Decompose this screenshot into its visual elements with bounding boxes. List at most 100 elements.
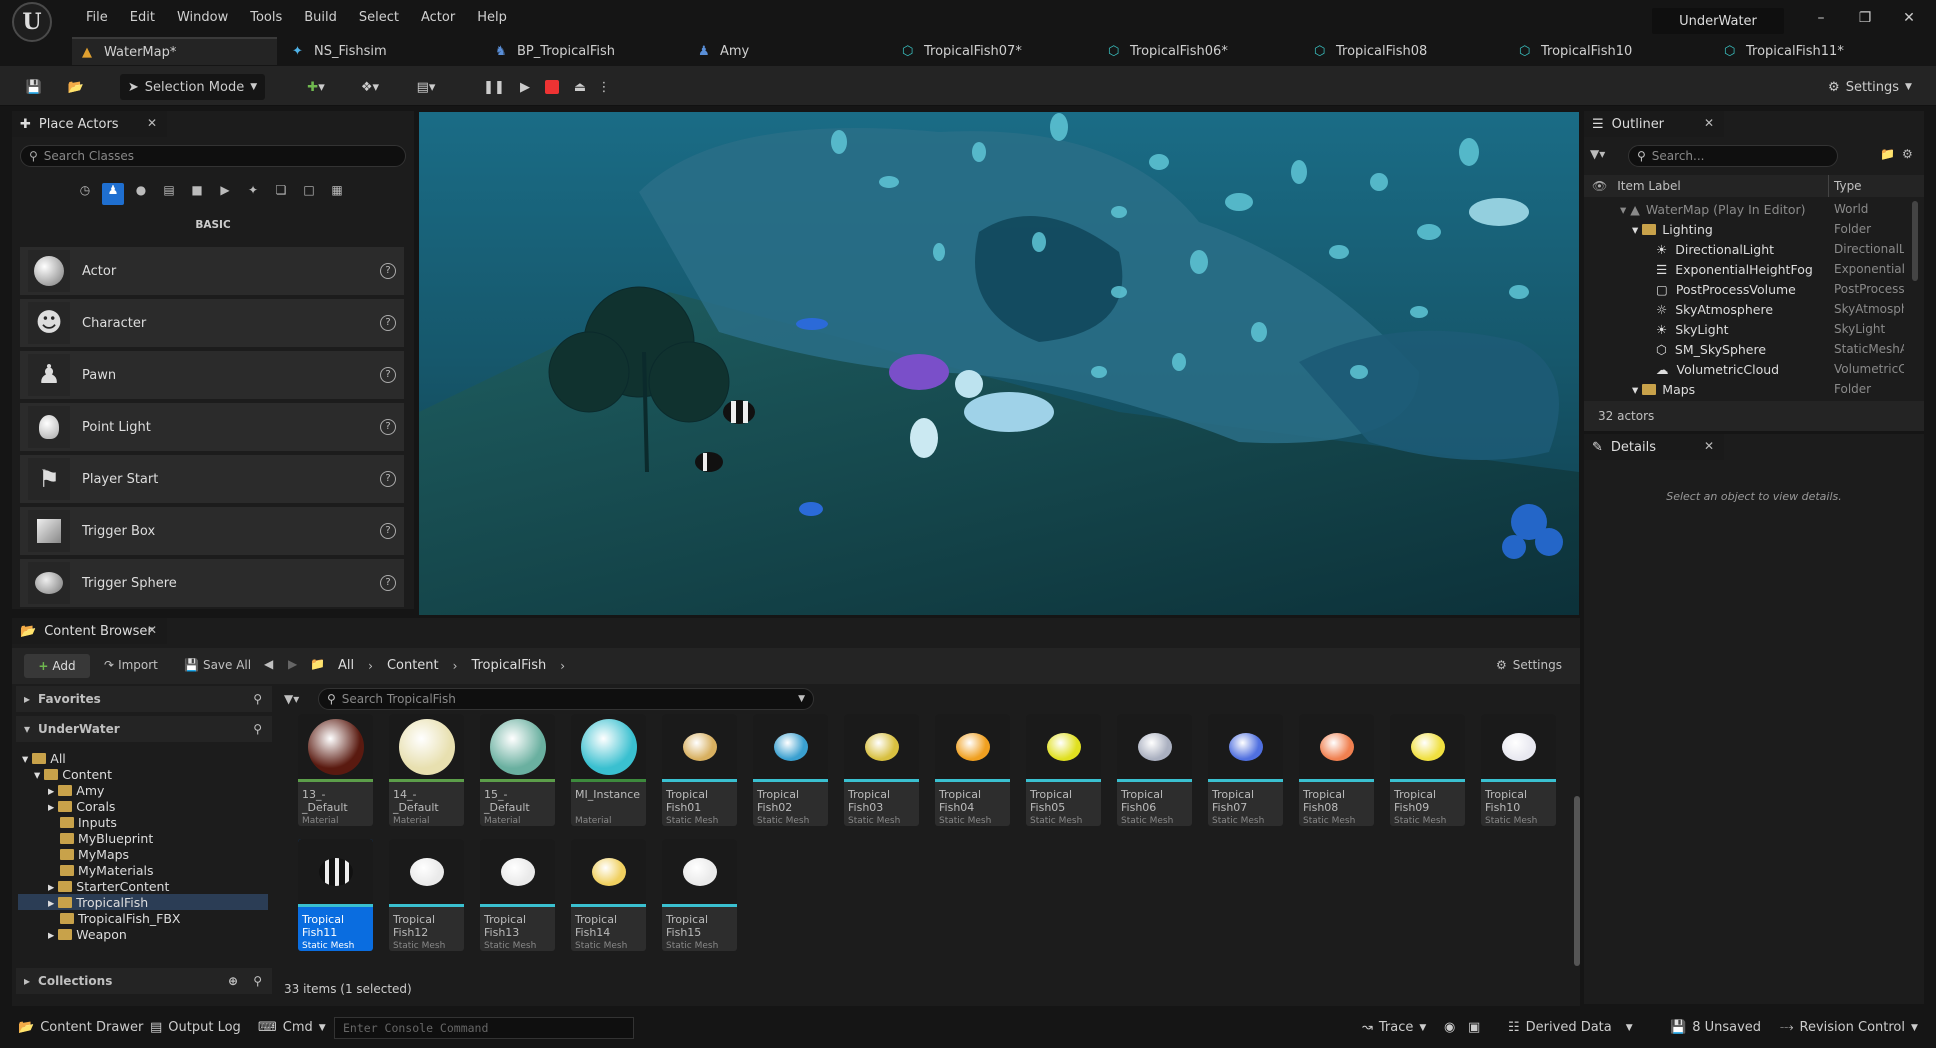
asset-tile[interactable]: 15_-_Default Material [480,714,555,826]
tab-ns-fishsim[interactable]: ✦ NS_Fishsim [282,37,442,65]
folder-icon[interactable]: 📁 [310,657,325,671]
tree-row-postprocess[interactable]: ▢ PostProcessVolume PostProcessV [1584,279,1924,299]
tree-mymaterials[interactable]: MyMaterials [60,862,153,878]
volumes-icon[interactable]: ✦ [242,183,264,205]
all-classes-icon[interactable]: ❏ [270,183,292,205]
type-header[interactable]: Type [1834,179,1862,193]
derived-data-dropdown[interactable]: ☷ Derived Data ▼ [1508,1020,1633,1035]
close-icon[interactable]: ✕ [1704,116,1714,130]
more-icon[interactable]: ▦ [326,183,348,205]
tree-myblueprint[interactable]: MyBlueprint [60,830,153,846]
outliner-search-input[interactable]: ⚲ Search... [1628,145,1838,167]
close-window-icon[interactable]: ✕ [1894,10,1924,30]
actor-item-character[interactable]: ☻ Character ? [20,299,404,347]
tree-row-fog[interactable]: ☰ ExponentialHeightFog ExponentialHe [1584,259,1924,279]
close-icon[interactable]: ✕ [147,116,157,130]
asset-tile[interactable]: Tropical Fish08 Static Mesh [1299,714,1374,826]
back-icon[interactable]: ◀ [264,657,273,671]
tree-corals[interactable]: ▸ Corals [48,798,115,814]
search-classes-input[interactable]: ⚲ Search Classes [20,145,406,167]
add-folder-icon[interactable]: 📁 [1880,147,1895,161]
forward-icon[interactable]: ▶ [288,657,297,671]
tab-tropicalfish08[interactable]: ⬡ TropicalFish08 [1304,37,1494,65]
help-icon[interactable]: ? [380,315,396,331]
tab-watermap[interactable]: ▲ WaterMap* [72,37,277,65]
help-icon[interactable]: ? [380,471,396,487]
tree-tropicalfish-fbx[interactable]: TropicalFish_FBX [60,910,181,926]
lights-icon[interactable]: ● [130,183,152,205]
tree-row-directionallight[interactable]: ☀ DirectionalLight DirectionalLig [1584,239,1924,259]
gear-icon[interactable]: ⚙ [1902,147,1913,161]
stop-icon[interactable] [541,74,563,100]
search-icon[interactable]: ⚲ [253,722,262,736]
unsaved-button[interactable]: 💾 8 Unsaved [1670,1020,1761,1035]
tree-all[interactable]: ▾ All [22,750,66,766]
place-actors-tab[interactable]: ✚ Place Actors ✕ [12,111,167,137]
menu-window[interactable]: Window [166,10,239,25]
outliner-scrollbar[interactable] [1912,201,1918,281]
asset-tile[interactable]: Tropical Fish15 Static Mesh [662,839,737,951]
menu-tools[interactable]: Tools [239,10,293,25]
asset-tile[interactable]: Tropical Fish05 Static Mesh [1026,714,1101,826]
tab-bp-tropicalfish[interactable]: ♞ BP_TropicalFish [485,37,645,65]
help-icon[interactable]: ? [380,575,396,591]
basic-icon[interactable]: ♟ [102,183,124,205]
favorites-header[interactable]: ▸ Favorites ⚲ [16,686,272,712]
output-log-button[interactable]: ▤ Output Log [150,1020,241,1035]
asset-tile[interactable]: Tropical Fish11 Static Mesh [298,839,373,951]
geometry-icon[interactable]: ▶ [214,183,236,205]
item-label-header[interactable]: Item Label [1617,179,1681,193]
crumb-content[interactable]: Content [387,658,439,673]
details-tab[interactable]: ✎ Details ✕ [1584,434,1724,460]
eject-icon[interactable]: ⏏ [569,74,591,100]
shapes-icon[interactable]: □ [298,183,320,205]
tree-row-skysphere[interactable]: ⬡ SM_SkySphere StaticMeshAc [1584,339,1924,359]
content-browser-tab[interactable]: 📂 Content Browser ✕ [12,618,167,644]
trace-dropdown[interactable]: ↝ Trace ▼ [1362,1020,1426,1035]
add-button[interactable]: + Add [24,654,90,678]
selection-mode-dropdown[interactable]: ➤ Selection Mode ▼ [120,74,265,100]
settings-button[interactable]: ⚙ Settings ▼ [1820,74,1920,100]
tree-content[interactable]: ▾ Content [34,766,112,782]
save-all-button[interactable]: 💾 Save All [184,658,251,672]
minimize-icon[interactable]: – [1806,10,1836,30]
tree-mymaps[interactable]: MyMaps [60,846,129,862]
menu-actor[interactable]: Actor [410,10,466,25]
browse-icon[interactable]: 📂 [62,74,90,100]
menu-select[interactable]: Select [348,10,410,25]
underwater-header[interactable]: ▾ UnderWater ⚲ [16,716,272,742]
import-button[interactable]: ↷ Import [104,658,158,672]
asset-tile[interactable]: Tropical Fish13 Static Mesh [480,839,555,951]
actor-item-trigger-box[interactable]: Trigger Box ? [20,507,404,555]
menu-file[interactable]: File [75,10,119,25]
unreal-logo[interactable]: U [12,2,52,42]
menu-edit[interactable]: Edit [119,10,166,25]
actor-item-player-start[interactable]: ⚑ Player Start ? [20,455,404,503]
level-viewport[interactable] [419,112,1579,615]
tree-row-lighting[interactable]: ▾ Lighting Folder [1584,219,1924,239]
asset-tile[interactable]: Tropical Fish02 Static Mesh [753,714,828,826]
tree-startercontent[interactable]: ▸ StarterContent [48,878,169,894]
asset-tile[interactable]: MI_Instance Material Instance [571,714,646,826]
tab-tropicalfish06[interactable]: ⬡ TropicalFish06* [1098,37,1288,65]
visual-effects-icon[interactable]: ■ [186,183,208,205]
eye-icon[interactable]: 👁 [1592,179,1607,193]
asset-tile[interactable]: Tropical Fish01 Static Mesh [662,714,737,826]
screenshot-icon[interactable]: ▣ [1468,1020,1480,1035]
actor-item-actor[interactable]: Actor ? [20,247,404,295]
crumb-tropicalfish[interactable]: TropicalFish [471,658,546,673]
asset-tile[interactable]: Tropical Fish10 Static Mesh [1481,714,1556,826]
asset-tile[interactable]: Tropical Fish07 Static Mesh [1208,714,1283,826]
tab-tropicalfish11[interactable]: ⬡ TropicalFish11* [1714,37,1914,65]
content-settings-button[interactable]: ⚙ Settings [1496,658,1562,672]
crumb-all[interactable]: All [338,658,354,673]
asset-tile[interactable]: Tropical Fish12 Static Mesh [389,839,464,951]
console-command-input[interactable]: Enter Console Command [334,1017,634,1039]
close-icon[interactable]: ✕ [1704,439,1714,453]
actor-item-trigger-sphere[interactable]: Trigger Sphere ? [20,559,404,607]
tab-amy[interactable]: ♟ Amy [688,37,828,65]
actor-item-pawn[interactable]: ♟ Pawn ? [20,351,404,399]
filter-icon[interactable]: ▼▾ [1590,147,1624,165]
more-options-icon[interactable]: ⋮ [596,74,612,100]
blueprint-menu-icon[interactable]: ❖▾ [350,74,390,100]
